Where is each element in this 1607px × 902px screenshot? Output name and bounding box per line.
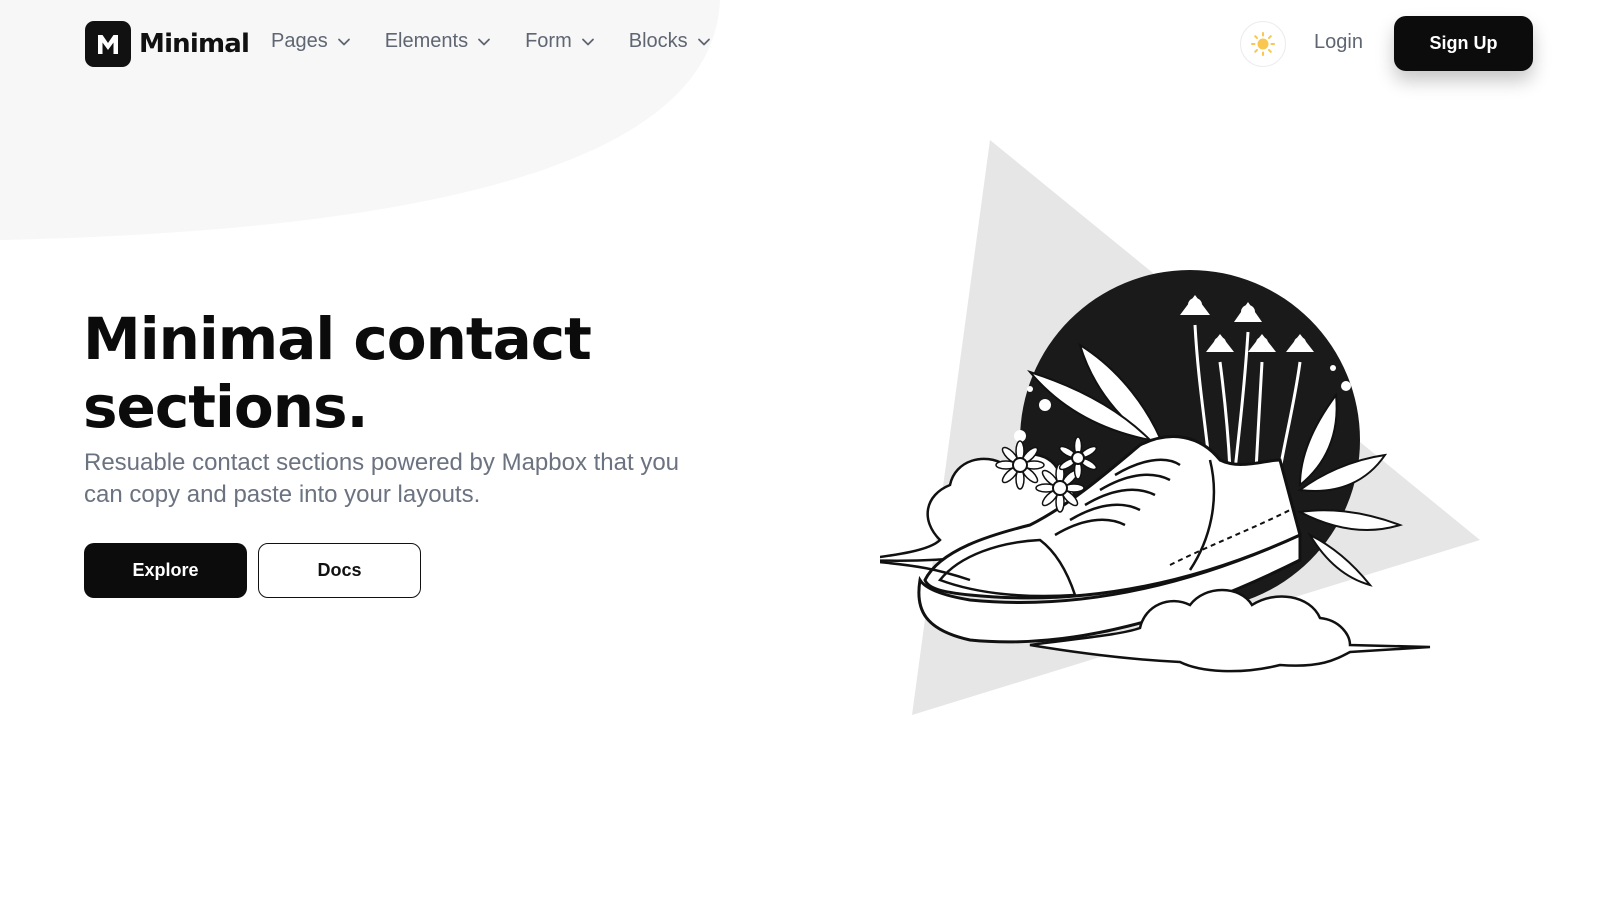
sneaker-illustration [880,140,1480,715]
docs-button[interactable]: Docs [258,543,421,598]
nav-item-label: Form [525,30,572,52]
nav-item-label: Pages [271,30,328,52]
theme-toggle-button[interactable] [1240,21,1286,67]
nav-item-label: Blocks [628,30,688,52]
explore-button[interactable]: Explore [84,543,247,598]
nav-item-blocks[interactable]: Blocks [629,30,711,53]
hero-title-line-2: sections. [83,373,369,441]
brand-name: Minimal [139,29,250,59]
hero-title: Minimal contact sections. [83,305,703,441]
nav-item-label: Elements [384,30,469,52]
chevron-down-icon [478,38,490,45]
login-link[interactable]: Login [1314,31,1363,54]
chevron-down-icon [337,38,350,45]
brand-logo[interactable]: Minimal [85,21,250,67]
main-nav: Pages Elements Form Blocks [271,30,745,53]
signup-button[interactable]: Sign Up [1394,16,1533,71]
chevron-down-icon [581,38,594,45]
hero-title-line-1: Minimal contact [83,305,592,373]
nav-item-elements[interactable]: Elements [385,30,491,53]
sun-icon [1251,32,1275,56]
nav-item-form[interactable]: Form [525,30,595,53]
chevron-down-icon [697,38,710,45]
site-header: Minimal Pages Elements Form Blocks Login… [0,0,1607,88]
hero-subtitle: Resuable contact sections powered by Map… [84,449,680,508]
landing-page: Minimal Pages Elements Form Blocks Login… [0,0,1607,902]
nav-item-pages[interactable]: Pages [271,30,351,53]
logo-mark-icon [85,21,131,67]
